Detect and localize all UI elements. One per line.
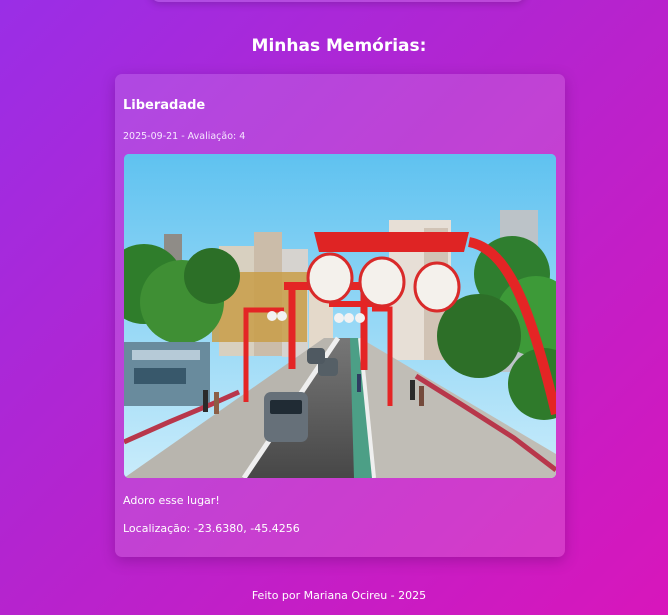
street-photo-svg bbox=[124, 154, 556, 478]
graffiti bbox=[132, 350, 200, 360]
red-arch-top bbox=[314, 232, 469, 252]
white-lantern bbox=[413, 261, 461, 313]
small-lantern bbox=[344, 313, 354, 323]
white-lantern bbox=[306, 252, 354, 304]
small-lantern bbox=[267, 311, 277, 321]
white-lantern bbox=[358, 256, 406, 308]
memory-card: Liberadade 2025-09-21 - Avaliação: 4 Ado… bbox=[115, 74, 565, 557]
small-lantern bbox=[334, 313, 344, 323]
footer-credit: Feito por Mariana Ocireu - 2025 bbox=[251, 589, 427, 602]
pedestrian bbox=[357, 374, 361, 392]
memory-title: Liberadade bbox=[123, 98, 206, 113]
pedestrian bbox=[410, 380, 415, 400]
memory-description: Adoro esse lugar! bbox=[123, 494, 220, 507]
car-window bbox=[270, 400, 302, 414]
pedestrian bbox=[419, 386, 424, 406]
street-photo-icon bbox=[124, 154, 556, 478]
small-lantern bbox=[355, 313, 365, 323]
small-lantern bbox=[277, 311, 287, 321]
graffiti bbox=[134, 368, 186, 384]
car bbox=[307, 348, 325, 364]
section-title: Minhas Memórias: bbox=[251, 36, 427, 56]
memory-location: Localização: -23.6380, -45.4256 bbox=[123, 522, 300, 535]
pedestrian bbox=[203, 390, 208, 412]
top-card-edge bbox=[150, 0, 526, 2]
car bbox=[264, 392, 308, 442]
memory-meta: 2025-09-21 - Avaliação: 4 bbox=[123, 131, 246, 142]
tree bbox=[184, 248, 240, 304]
pedestrian bbox=[214, 392, 219, 414]
